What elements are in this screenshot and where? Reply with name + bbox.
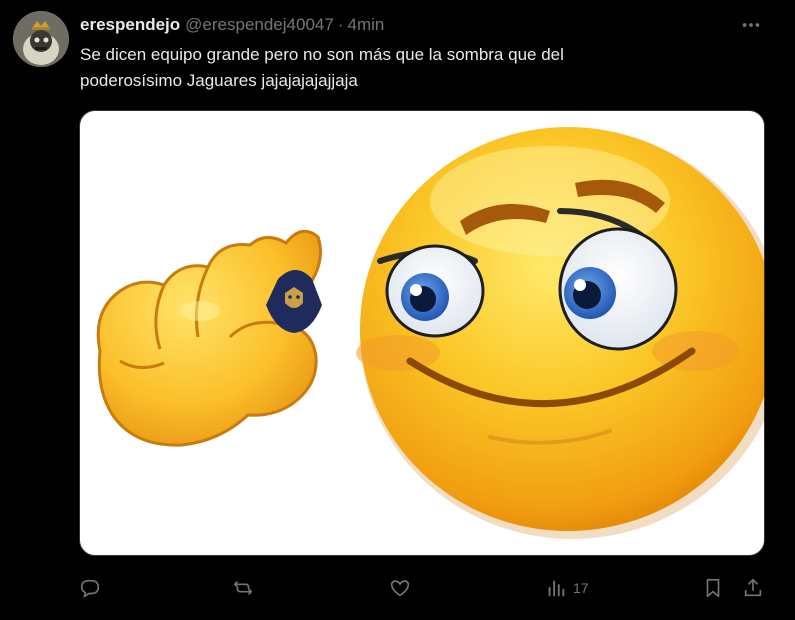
- heart-icon: [390, 580, 410, 597]
- tweet-text-line: Se dicen equipo grande pero no son más q…: [80, 45, 564, 64]
- tweet-header: erespendejo @erespendej40047 · 4min: [80, 14, 384, 36]
- tweet-media[interactable]: [79, 110, 765, 556]
- share-button[interactable]: [742, 576, 764, 600]
- avatar[interactable]: [13, 11, 69, 67]
- more-options-button[interactable]: [738, 14, 764, 36]
- tweet-card[interactable]: erespendejo @erespendej40047 · 4min Se d…: [0, 0, 795, 620]
- retweet-icon: [233, 580, 253, 596]
- emoji-image: [96, 127, 764, 539]
- reply-button[interactable]: [79, 576, 101, 600]
- tweet-text: Se dicen equipo grande pero no son más q…: [80, 42, 720, 94]
- like-button[interactable]: [389, 576, 411, 600]
- share-icon: [744, 578, 762, 597]
- bookmark-icon: [706, 578, 720, 598]
- avatar-image: [13, 11, 69, 67]
- pinching-hand: [96, 229, 322, 447]
- more-dots-icon: [742, 23, 760, 27]
- display-name[interactable]: erespendejo: [80, 14, 180, 36]
- bookmark-button[interactable]: [702, 576, 724, 600]
- timestamp[interactable]: 4min: [347, 14, 384, 36]
- views-button[interactable]: 17: [545, 576, 589, 600]
- smiley-face: [356, 127, 764, 539]
- tweet-text-line: poderosísimo Jaguares jajajajajajjaja: [80, 71, 358, 90]
- user-handle[interactable]: @erespendej40047: [185, 14, 334, 36]
- views-bar-chart-icon: [548, 580, 565, 597]
- tweet-actions: 17: [0, 568, 795, 608]
- retweet-button[interactable]: [232, 576, 254, 600]
- views-count: 17: [573, 580, 589, 596]
- reply-icon: [80, 579, 100, 598]
- separator-dot: ·: [337, 15, 344, 34]
